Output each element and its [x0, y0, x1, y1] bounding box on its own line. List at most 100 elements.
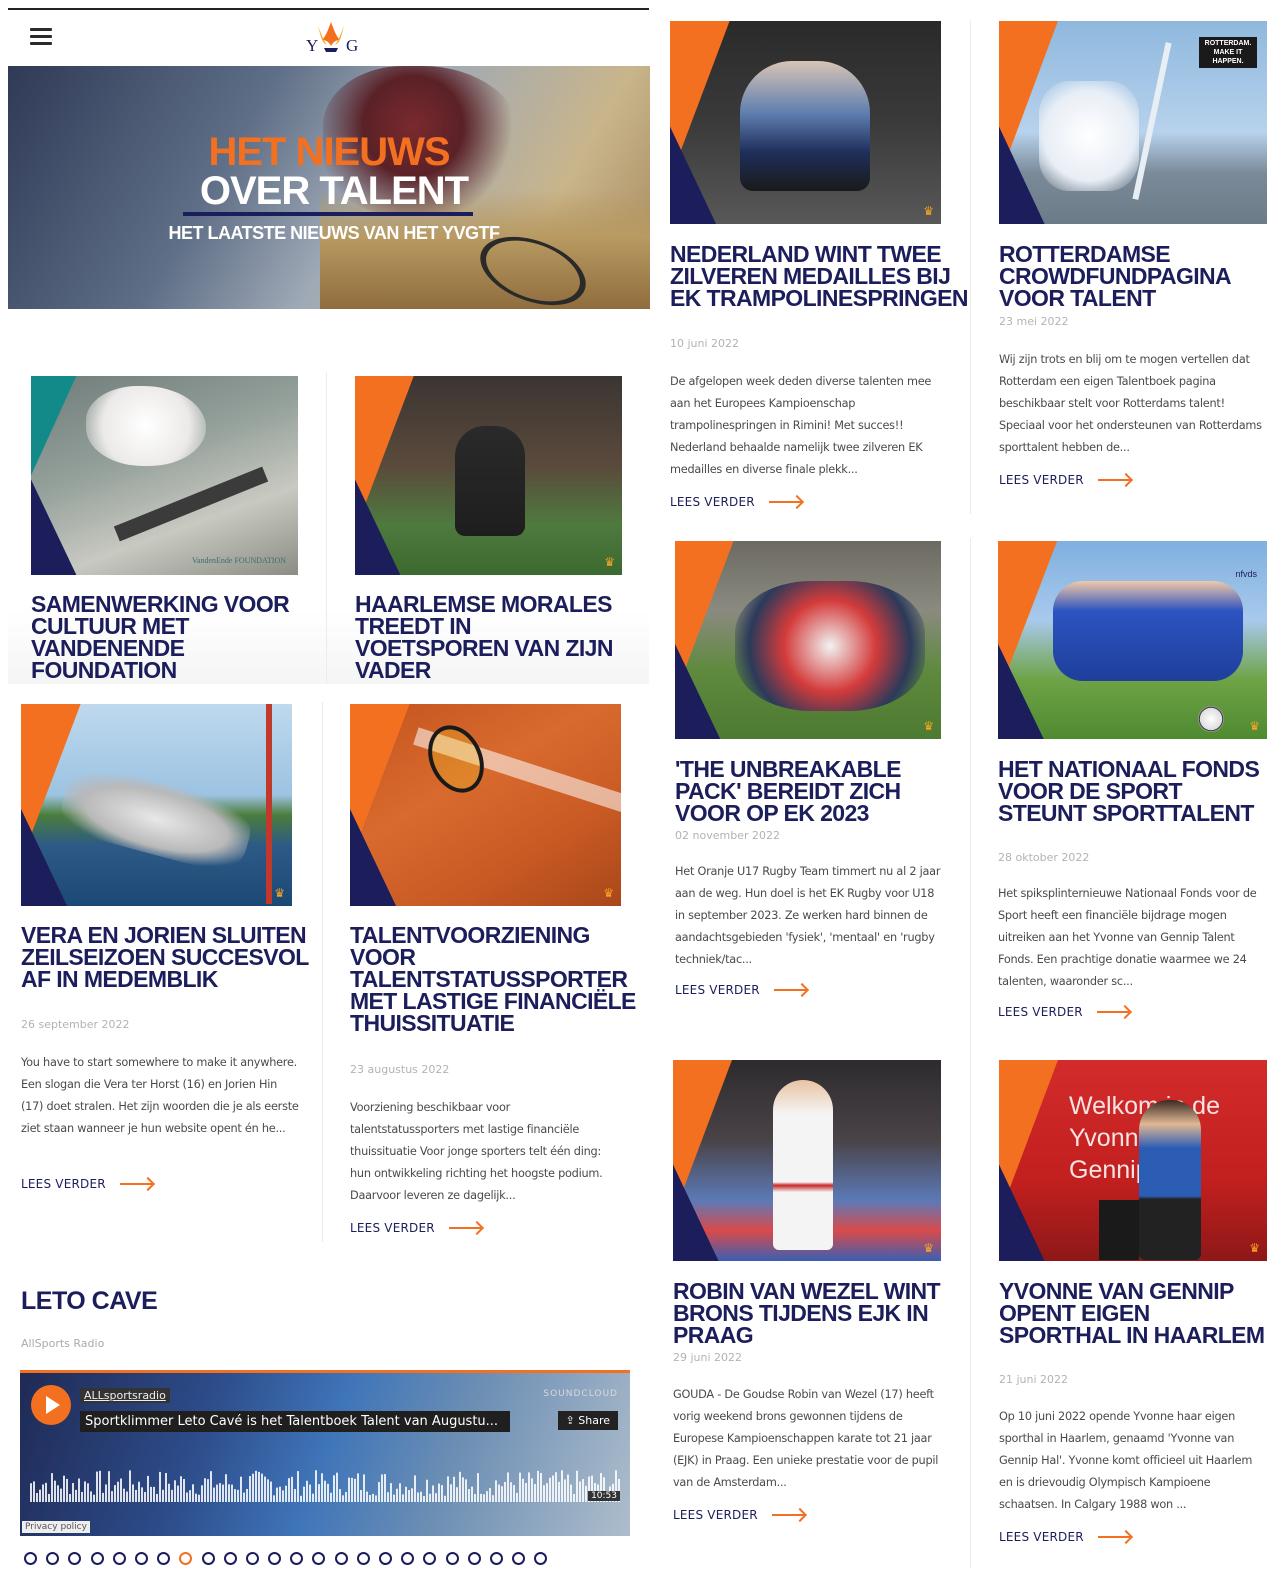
card-image[interactable]: Welkom in de Yvonne van Gennip ♛ — [999, 1060, 1267, 1261]
soundcloud-artist[interactable]: ALLsportsradio — [80, 1388, 170, 1403]
card-title[interactable]: TALENTVOORZIENING VOOR TALENTSTATUSSPORT… — [350, 924, 650, 1035]
card-title[interactable]: VERA EN JORIEN SLUITEN ZEILSEIZOEN SUCCE… — [21, 924, 311, 991]
waveform[interactable] — [30, 1468, 620, 1502]
waveform-bar — [366, 1491, 368, 1502]
waveform-bar — [525, 1483, 527, 1502]
pager-dot[interactable] — [512, 1552, 526, 1565]
pager-dot[interactable] — [268, 1552, 282, 1565]
card-title[interactable]: HET NATIONAAL FONDS VOOR DE SPORT STEUNT… — [998, 758, 1267, 825]
pager-dot[interactable] — [157, 1552, 171, 1565]
waveform-bar — [345, 1491, 347, 1502]
waveform-bar — [105, 1484, 107, 1502]
card-title[interactable]: HAARLEMSE MORALES TREEDT IN VOETSPOREN V… — [355, 593, 630, 682]
waveform-bar — [78, 1478, 80, 1502]
pager-dot[interactable] — [445, 1552, 459, 1565]
read-more-link[interactable]: LEES VERDER — [350, 1221, 481, 1235]
waveform-bar — [480, 1493, 482, 1502]
pager-dot[interactable] — [46, 1552, 60, 1565]
pager-dot[interactable] — [68, 1552, 82, 1565]
card-excerpt: Op 10 juni 2022 opende Yvonne haar eigen… — [999, 1410, 1253, 1511]
pager-dot[interactable] — [290, 1552, 304, 1565]
read-more-link[interactable]: LEES VERDER — [21, 1177, 152, 1191]
read-more-link[interactable]: LEES VERDER — [999, 1530, 1130, 1544]
card-title[interactable]: 'THE UNBREAKABLE PACK' BEREIDT ZICH VOOR… — [675, 758, 965, 825]
read-more-link[interactable]: LEES VERDER — [670, 495, 801, 509]
pager-dot[interactable] — [423, 1552, 437, 1565]
waveform-bar — [570, 1484, 572, 1502]
read-more-link[interactable]: LEES VERDER — [998, 1005, 1129, 1019]
pager-dot[interactable] — [24, 1552, 37, 1565]
pager-dot[interactable] — [134, 1552, 148, 1565]
waveform-bar — [303, 1486, 305, 1502]
card-title[interactable]: ROTTERDAMSE CROWDFUNDPAGINA VOOR TALENT — [999, 243, 1267, 310]
card-image[interactable]: ♛ — [355, 376, 622, 575]
soundcloud-logo[interactable]: SOUNDCLOUD — [543, 1389, 618, 1399]
waveform-bar — [87, 1483, 89, 1502]
section-subtitle: AllSports Radio — [21, 1337, 105, 1350]
card-image[interactable]: ♛ — [673, 1060, 941, 1261]
card-image[interactable]: ♛ — [21, 704, 292, 906]
privacy-policy-link[interactable]: Privacy policy — [22, 1521, 90, 1533]
pager-dot[interactable] — [334, 1552, 348, 1565]
waveform-bar — [432, 1485, 434, 1502]
waveform-bar — [426, 1479, 428, 1502]
pager-dot[interactable] — [534, 1552, 548, 1565]
arrow-right-icon — [1097, 1536, 1130, 1538]
logo-letter-y: Y — [306, 36, 319, 55]
pager-dot[interactable] — [401, 1552, 415, 1565]
card-image[interactable]: ♛ — [350, 704, 621, 906]
soundcloud-track-title[interactable]: Sportklimmer Leto Cavé is het Talentboek… — [80, 1411, 510, 1432]
waveform-bar — [498, 1484, 500, 1502]
waveform-bar — [261, 1473, 263, 1502]
hamburger-icon[interactable] — [30, 28, 52, 46]
card-image[interactable]: ♛ — [670, 21, 941, 224]
read-more-link[interactable]: LEES VERDER — [673, 1508, 804, 1522]
card-image[interactable]: ROTTERDAM. MAKE IT HAPPEN. — [999, 21, 1267, 224]
yvg-logo[interactable]: Y G — [296, 18, 366, 58]
waveform-bar — [228, 1484, 230, 1502]
carousel-pager[interactable] — [24, 1552, 548, 1565]
card-title[interactable]: ROBIN VAN WEZEL WINT BRONS TIJDENS EJK I… — [673, 1280, 963, 1347]
pager-dot[interactable] — [312, 1552, 326, 1565]
pager-dot[interactable] — [223, 1552, 237, 1565]
waveform-bar — [162, 1489, 164, 1502]
watermark: VandenEnde FOUNDATION — [192, 556, 286, 565]
read-more-link[interactable]: LEES VERDER — [999, 473, 1130, 487]
card-title[interactable]: YVONNE VAN GENNIP OPENT EIGEN SPORTHAL I… — [999, 1280, 1267, 1347]
waveform-bar — [354, 1478, 356, 1502]
card-image[interactable]: VandenEnde FOUNDATION — [31, 376, 298, 575]
waveform-bar — [537, 1470, 539, 1502]
pager-dot[interactable] — [90, 1552, 104, 1565]
card-title[interactable]: NEDERLAND WINT TWEE ZILVEREN MEDAILLES B… — [670, 243, 970, 310]
card-image[interactable]: nfvds ♛ — [998, 541, 1267, 739]
play-icon[interactable] — [31, 1385, 71, 1425]
pager-dot[interactable] — [489, 1552, 503, 1565]
waveform-bar — [351, 1477, 353, 1502]
pager-dot[interactable] — [245, 1552, 259, 1565]
card-title[interactable]: SAMENWERKING VOOR CULTUUR MET VANDENENDE… — [31, 593, 311, 682]
pager-dot[interactable] — [179, 1552, 193, 1565]
waveform-bar — [204, 1478, 206, 1502]
waveform-bar — [51, 1473, 53, 1502]
pager-dot[interactable] — [112, 1552, 126, 1565]
waveform-bar — [378, 1482, 380, 1502]
waveform-bar — [285, 1485, 287, 1502]
arrow-right-icon — [771, 1514, 804, 1516]
waveform-bar — [231, 1484, 233, 1502]
waveform-bar — [189, 1490, 191, 1502]
card-image[interactable]: ♛ — [675, 541, 941, 739]
waveform-bar — [141, 1487, 143, 1502]
pager-dot[interactable] — [201, 1552, 215, 1565]
waveform-bar — [108, 1471, 110, 1502]
waveform-bar — [369, 1495, 371, 1502]
pager-dot[interactable] — [379, 1552, 392, 1565]
pager-dot[interactable] — [467, 1552, 481, 1565]
waveform-bar — [33, 1481, 35, 1502]
soundcloud-player[interactable]: ALLsportsradio Sportklimmer Leto Cavé is… — [20, 1370, 630, 1536]
pager-dot[interactable] — [356, 1552, 370, 1565]
share-button[interactable]: ⇪ Share — [557, 1411, 618, 1430]
waveform-bar — [318, 1484, 320, 1502]
waveform-bar — [216, 1484, 218, 1502]
share-icon: ⇪ — [565, 1414, 579, 1427]
read-more-link[interactable]: LEES VERDER — [675, 983, 806, 997]
